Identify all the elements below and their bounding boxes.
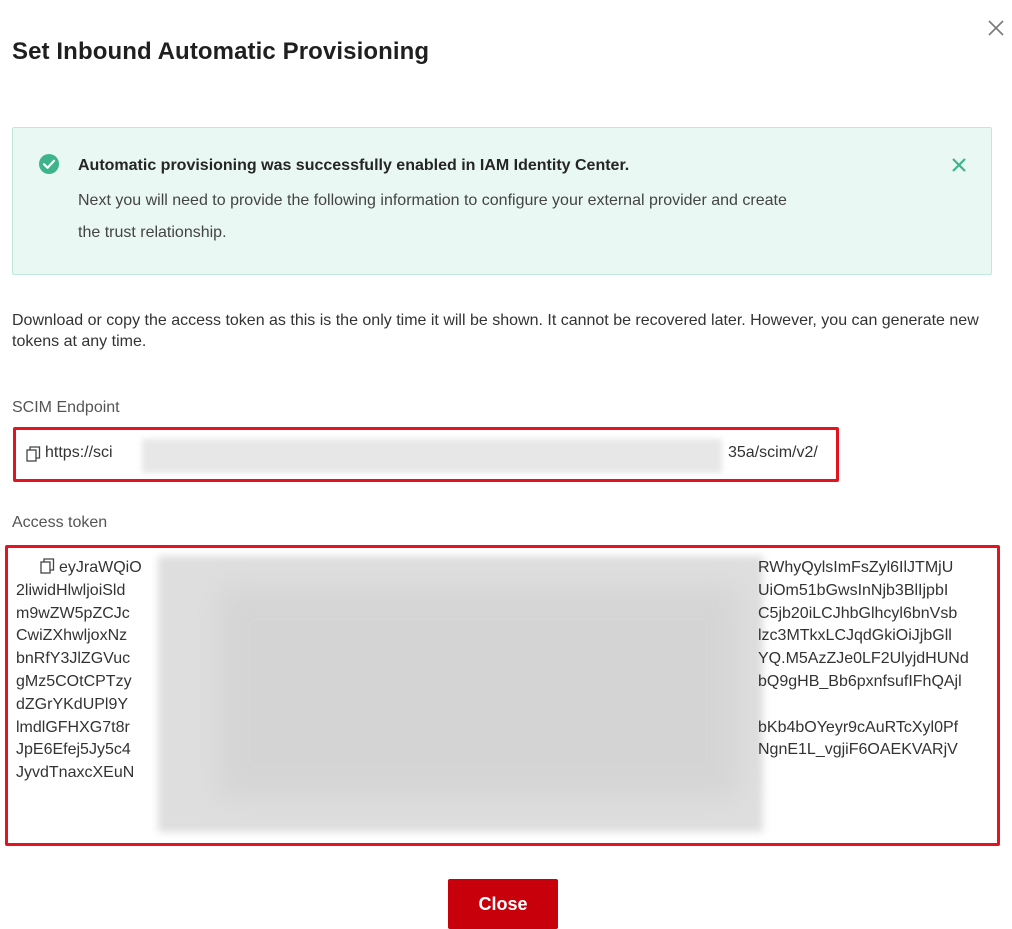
- token-line: bKb4bOYeyr9cAuRTcXyl0Pf: [758, 718, 959, 736]
- token-line: gMz5COtCPTzy: [16, 672, 132, 690]
- access-token-label: Access token: [12, 514, 108, 531]
- token-line: [758, 694, 969, 717]
- access-token-field: eyJraWQiO 2liwidHlwljoiSld m9wZW5pZCJc C…: [5, 545, 1000, 846]
- token-description: Download or copy the access token as thi…: [12, 312, 979, 350]
- redacted-region: [142, 439, 722, 473]
- close-icon[interactable]: [986, 18, 1006, 38]
- token-line: NgnE1L_vgjiF6OAEKVARjV: [758, 741, 958, 759]
- token-line: bnRfY3JlZGVuc: [16, 650, 131, 668]
- check-circle-icon: [38, 153, 60, 175]
- token-line: dZGrYKdUPl9Y: [16, 695, 129, 713]
- provisioning-dialog: Set Inbound Automatic Provisioning Autom…: [0, 0, 1012, 929]
- alert-close-icon[interactable]: [949, 155, 969, 175]
- scim-endpoint-value-end: 35a/scim/v2/: [728, 444, 818, 461]
- token-line: [758, 762, 969, 785]
- token-line: C5jb20iLCJhbGlhcyl6bnVsb: [758, 604, 958, 622]
- scim-endpoint-label: SCIM Endpoint: [12, 399, 120, 416]
- token-line: JyvdTnaxcXEuN: [16, 764, 135, 782]
- copy-icon[interactable]: [40, 558, 55, 574]
- token-line: JpE6Efej5Jy5c4: [16, 741, 131, 759]
- alert-message-line: Next you will need to provide the follow…: [78, 192, 787, 209]
- access-token-value-left: eyJraWQiO 2liwidHlwljoiSld m9wZW5pZCJc C…: [16, 557, 161, 785]
- redacted-region-shade: [218, 588, 738, 798]
- token-line: UiOm51bGwsInNjb3BlIjpbI: [758, 581, 949, 599]
- alert-message: Next you will need to provide the follow…: [78, 185, 918, 249]
- access-token-value-right: RWhyQylsImFsZyl6IlJTMjU UiOm51bGwsInNjb3…: [758, 557, 969, 785]
- scim-endpoint-field: https://sci 35a/scim/v2/: [13, 427, 839, 482]
- copy-icon[interactable]: [26, 446, 41, 462]
- token-line: 2liwidHlwljoiSld: [16, 581, 126, 599]
- token-line: lmdlGFHXG7t8r: [16, 718, 130, 736]
- token-line: lzc3MTkxLCJqdGkiOiJjbGll: [758, 627, 952, 645]
- token-line: YQ.M5AzZJe0LF2UlyjdHUNd: [758, 650, 969, 668]
- success-alert: Automatic provisioning was successfully …: [12, 127, 992, 275]
- token-line: CwiZXhwljoxNz: [16, 627, 128, 645]
- close-button[interactable]: Close: [448, 879, 558, 929]
- alert-title: Automatic provisioning was successfully …: [78, 157, 630, 174]
- dialog-title: Set Inbound Automatic Provisioning: [12, 38, 430, 65]
- alert-message-line: the trust relationship.: [78, 224, 227, 241]
- token-line: eyJraWQiO: [59, 559, 142, 576]
- token-line: m9wZW5pZCJc: [16, 604, 130, 622]
- token-line: RWhyQylsImFsZyl6IlJTMjU: [758, 559, 954, 576]
- scim-endpoint-value-start: https://sci: [45, 444, 113, 461]
- token-line: bQ9gHB_Bb6pxnfsufIFhQAjl: [758, 672, 962, 690]
